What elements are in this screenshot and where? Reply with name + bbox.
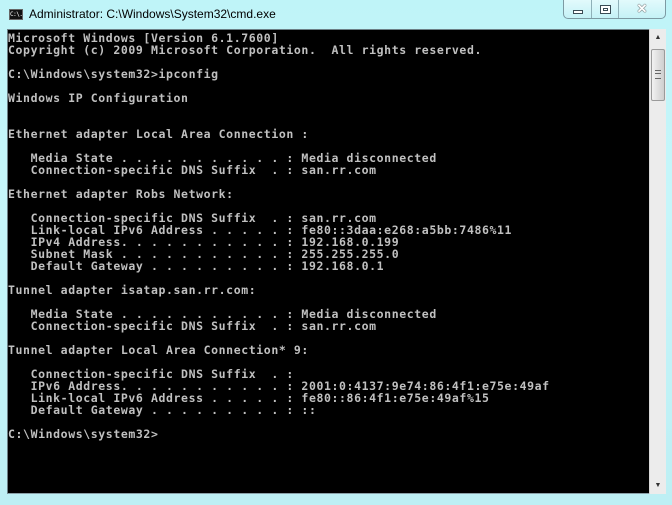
console-line: C:\Windows\system32> <box>8 427 159 441</box>
console-line: C:\Windows\system32>ipconfig <box>8 67 219 81</box>
maximize-icon <box>599 4 611 14</box>
console-line: Copyright (c) 2009 Microsoft Corporation… <box>8 43 482 57</box>
scroll-up-button[interactable]: ▲ <box>650 29 666 46</box>
vertical-scrollbar[interactable]: ▲ ▼ <box>649 29 666 494</box>
scroll-thumb[interactable] <box>651 49 665 101</box>
console-line: Connection-specific DNS Suffix . : san.r… <box>8 319 377 333</box>
console-line: Windows IP Configuration <box>8 91 189 105</box>
arrow-down-icon: ▼ <box>654 482 662 489</box>
close-icon: ✕ <box>636 1 648 16</box>
console-line: Connection-specific DNS Suffix . : san.r… <box>8 163 377 177</box>
console-line: Tunnel adapter Local Area Connection* 9: <box>8 343 309 357</box>
caption-buttons: ✕ <box>563 0 666 19</box>
close-button[interactable]: ✕ <box>619 0 665 18</box>
window-title: Administrator: C:\Windows\System32\cmd.e… <box>29 7 276 21</box>
console-line: Ethernet adapter Local Area Connection : <box>8 127 309 141</box>
scroll-down-button[interactable]: ▼ <box>650 477 666 494</box>
title-bar[interactable]: C:\. Administrator: C:\Windows\System32\… <box>0 0 672 28</box>
cmd-icon[interactable]: C:\. <box>9 9 23 20</box>
console-text: Microsoft Windows [Version 6.1.7600] Copy… <box>8 30 649 440</box>
console-line: Default Gateway . . . . . . . . . : :: <box>8 403 317 417</box>
arrow-up-icon: ▲ <box>654 34 662 41</box>
console-line: Tunnel adapter isatap.san.rr.com: <box>8 283 257 297</box>
console-line: Ethernet adapter Robs Network: <box>8 187 234 201</box>
minimize-icon <box>572 9 583 14</box>
console-line: Default Gateway . . . . . . . . . : 192.… <box>8 259 385 273</box>
console-output[interactable]: Microsoft Windows [Version 6.1.7600] Copy… <box>7 29 649 494</box>
maximize-button[interactable] <box>592 0 619 18</box>
minimize-button[interactable] <box>564 0 592 18</box>
grip-icon <box>655 70 661 79</box>
